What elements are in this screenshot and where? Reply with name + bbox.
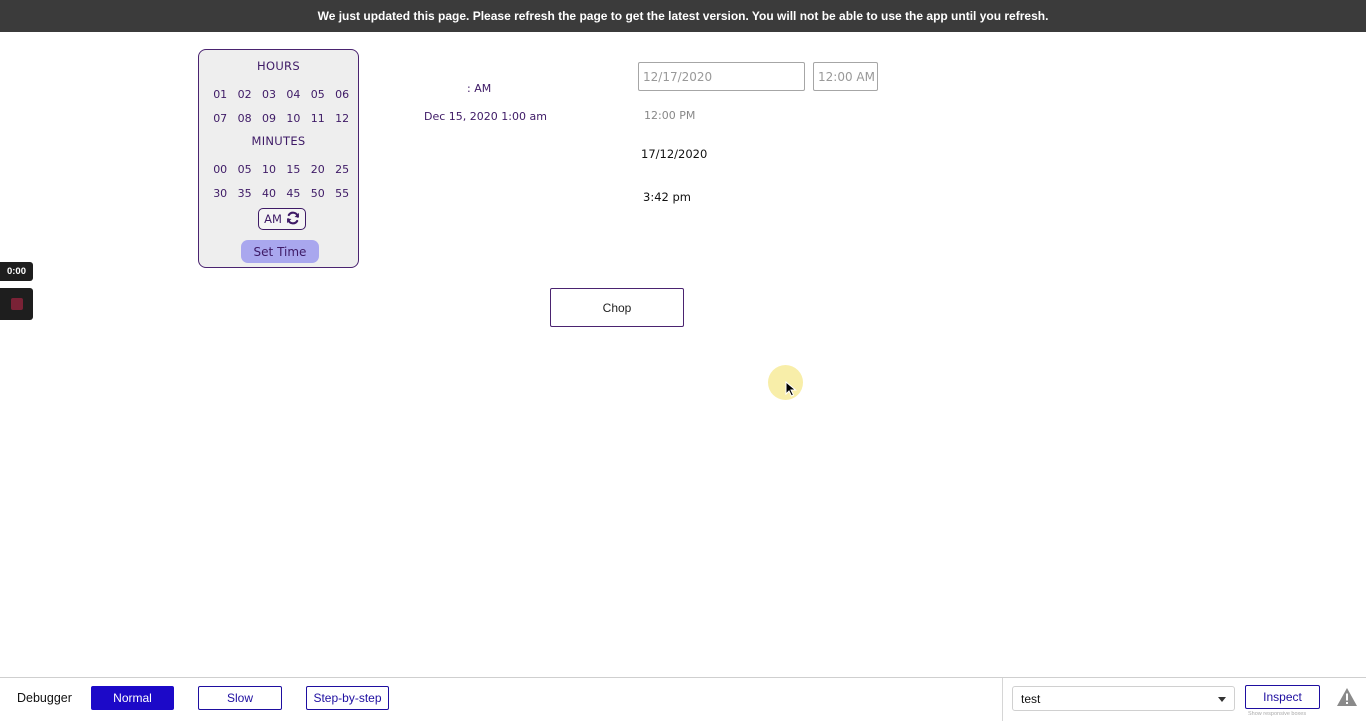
responsive-boxes-note: Show responsive boxes: [1248, 711, 1307, 717]
hours-grid: 01 02 03 04 05 06 07 08 09 10 11 12: [208, 82, 354, 130]
mode-normal-button[interactable]: Normal: [91, 686, 174, 710]
time-output: : AM: [467, 82, 492, 95]
inspect-button[interactable]: Inspect: [1245, 685, 1320, 709]
minute-option[interactable]: 10: [257, 157, 281, 181]
ampm-label: AM: [264, 212, 282, 226]
update-banner: We just updated this page. Please refres…: [0, 0, 1366, 32]
debugger-label: Debugger: [17, 691, 72, 705]
minute-option[interactable]: 00: [208, 157, 232, 181]
hour-option[interactable]: 09: [257, 106, 281, 130]
minute-option[interactable]: 35: [232, 181, 256, 205]
time-picker: HOURS 01 02 03 04 05 06 07 08 09 10 11 1…: [198, 49, 359, 268]
hours-title: HOURS: [257, 59, 300, 73]
hour-option[interactable]: 06: [330, 82, 354, 106]
chevron-down-icon: [1218, 697, 1226, 702]
hour-option[interactable]: 11: [306, 106, 330, 130]
hour-option[interactable]: 08: [232, 106, 256, 130]
test-select[interactable]: test: [1012, 686, 1235, 711]
time-input[interactable]: 12:00 AM: [813, 62, 878, 91]
stop-icon: [10, 298, 23, 310]
date-text: 17/12/2020: [641, 147, 708, 161]
hour-option[interactable]: 07: [208, 106, 232, 130]
mouse-cursor-icon: [785, 381, 797, 397]
minute-option[interactable]: 05: [232, 157, 256, 181]
clock-text: 3:42 pm: [643, 190, 691, 204]
minute-option[interactable]: 40: [257, 181, 281, 205]
hour-option[interactable]: 05: [306, 82, 330, 106]
time-input-placeholder: 12:00 AM: [818, 69, 875, 84]
datetime-output: Dec 15, 2020 1:00 am: [424, 110, 547, 123]
set-time-button[interactable]: Set Time: [241, 240, 319, 263]
date-input-placeholder: 12/17/2020: [643, 69, 713, 84]
minutes-grid: 00 05 10 15 20 25 30 35 40 45 50 55: [208, 157, 354, 205]
mode-step-by-step-button[interactable]: Step-by-step: [306, 686, 389, 710]
date-input[interactable]: 12/17/2020: [638, 62, 805, 91]
minute-option[interactable]: 30: [208, 181, 232, 205]
hour-option[interactable]: 02: [232, 82, 256, 106]
refresh-icon: [286, 211, 300, 228]
hour-option[interactable]: 10: [281, 106, 305, 130]
hour-option[interactable]: 12: [330, 106, 354, 130]
recording-timer: 0:00: [0, 262, 33, 281]
minute-option[interactable]: 45: [281, 181, 305, 205]
debugger-bar: Debugger Normal Slow Step-by-step test I…: [0, 677, 1366, 721]
chop-button[interactable]: Chop: [550, 288, 684, 327]
minute-option[interactable]: 25: [330, 157, 354, 181]
footer-divider: [1002, 678, 1003, 721]
minute-option[interactable]: 50: [306, 181, 330, 205]
mode-slow-button[interactable]: Slow: [198, 686, 282, 710]
stop-recording-button[interactable]: [0, 288, 33, 320]
minute-option[interactable]: 15: [281, 157, 305, 181]
minutes-title: MINUTES: [251, 134, 306, 148]
ampm-toggle[interactable]: AM: [258, 208, 306, 230]
update-banner-message: We just updated this page. Please refres…: [317, 9, 1049, 23]
minute-option[interactable]: 55: [330, 181, 354, 205]
minute-option[interactable]: 20: [306, 157, 330, 181]
time-text: 12:00 PM: [644, 109, 696, 122]
warning-icon[interactable]: [1336, 687, 1358, 707]
hour-option[interactable]: 03: [257, 82, 281, 106]
hour-option[interactable]: 01: [208, 82, 232, 106]
hour-option[interactable]: 04: [281, 82, 305, 106]
test-select-value: test: [1021, 691, 1041, 706]
